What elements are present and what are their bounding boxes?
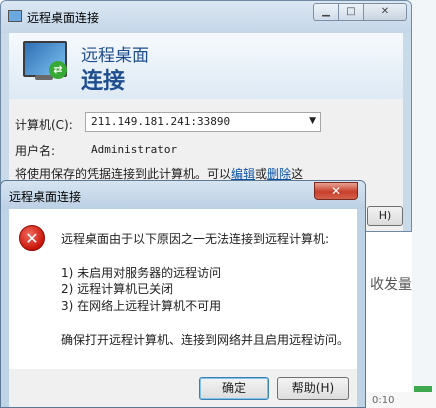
- rdc-window-title: 远程桌面连接: [27, 11, 100, 25]
- rdc-help-button[interactable]: H): [367, 206, 403, 226]
- error-reason-3: 3) 在网络上远程计算机不可用: [61, 299, 222, 313]
- error-dialog-title: 远程桌面连接: [9, 190, 82, 204]
- computer-label: 计算机(C):: [15, 118, 73, 132]
- background-green-bar: [414, 386, 432, 392]
- edit-credentials-link[interactable]: 编辑: [231, 167, 255, 181]
- computer-combobox[interactable]: 211.149.181.241:33890 ▼: [85, 112, 321, 132]
- error-dialog-footer: 确定 帮助(H): [9, 369, 357, 407]
- connect-arrow-icon: ⇄: [49, 61, 67, 79]
- rdc-header-banner: ⇄ 远程桌面 连接: [9, 33, 403, 99]
- background-page-text: 收发量: [370, 277, 412, 293]
- ok-button[interactable]: 确定: [199, 377, 269, 400]
- error-advice: 确保打开远程计算机、连接到网络并且启用远程访问。: [61, 333, 350, 347]
- note-suffix: 这: [291, 167, 304, 181]
- background-page-panel: [412, 0, 436, 408]
- computer-value: 211.149.181.241:33890: [91, 115, 231, 128]
- error-dialog-content: ✕ 远程桌面由于以下原因之一无法连接到远程计算机: 1) 未启用对服务器的远程访…: [9, 209, 357, 369]
- username-value: Administrator: [91, 143, 178, 156]
- help-button[interactable]: 帮助(H): [277, 377, 349, 400]
- rdc-titlebar[interactable]: 远程桌面连接 ▁ □ ✕: [1, 1, 411, 33]
- note-prefix: 将使用保存的凭据连接到此计算机。可以: [15, 167, 232, 181]
- error-message-title: 远程桌面由于以下原因之一无法连接到远程计算机:: [61, 232, 330, 246]
- minimize-button[interactable]: ▁: [313, 3, 339, 21]
- error-reason-1: 1) 未启用对服务器的远程访问: [61, 266, 222, 280]
- error-dialog-titlebar[interactable]: 远程桌面连接 ✕: [1, 181, 365, 209]
- chevron-down-icon[interactable]: ▼: [309, 116, 316, 126]
- note-or: 或: [255, 167, 268, 181]
- error-x-icon: ✕: [19, 225, 45, 251]
- background-time-label: 0:10: [372, 395, 395, 406]
- delete-credentials-link[interactable]: 删除: [267, 167, 291, 181]
- error-reason-2: 2) 远程计算机已关闭: [61, 282, 174, 296]
- close-button[interactable]: ✕: [363, 3, 407, 21]
- header-title-line2: 连接: [81, 69, 126, 94]
- maximize-button[interactable]: □: [338, 3, 364, 21]
- remote-desktop-icon: [8, 10, 22, 22]
- error-dialog: 远程桌面连接 ✕ ✕ 远程桌面由于以下原因之一无法连接到远程计算机: 1) 未启…: [0, 180, 366, 408]
- username-label: 用户名:: [15, 144, 56, 158]
- close-icon[interactable]: ✕: [314, 182, 358, 200]
